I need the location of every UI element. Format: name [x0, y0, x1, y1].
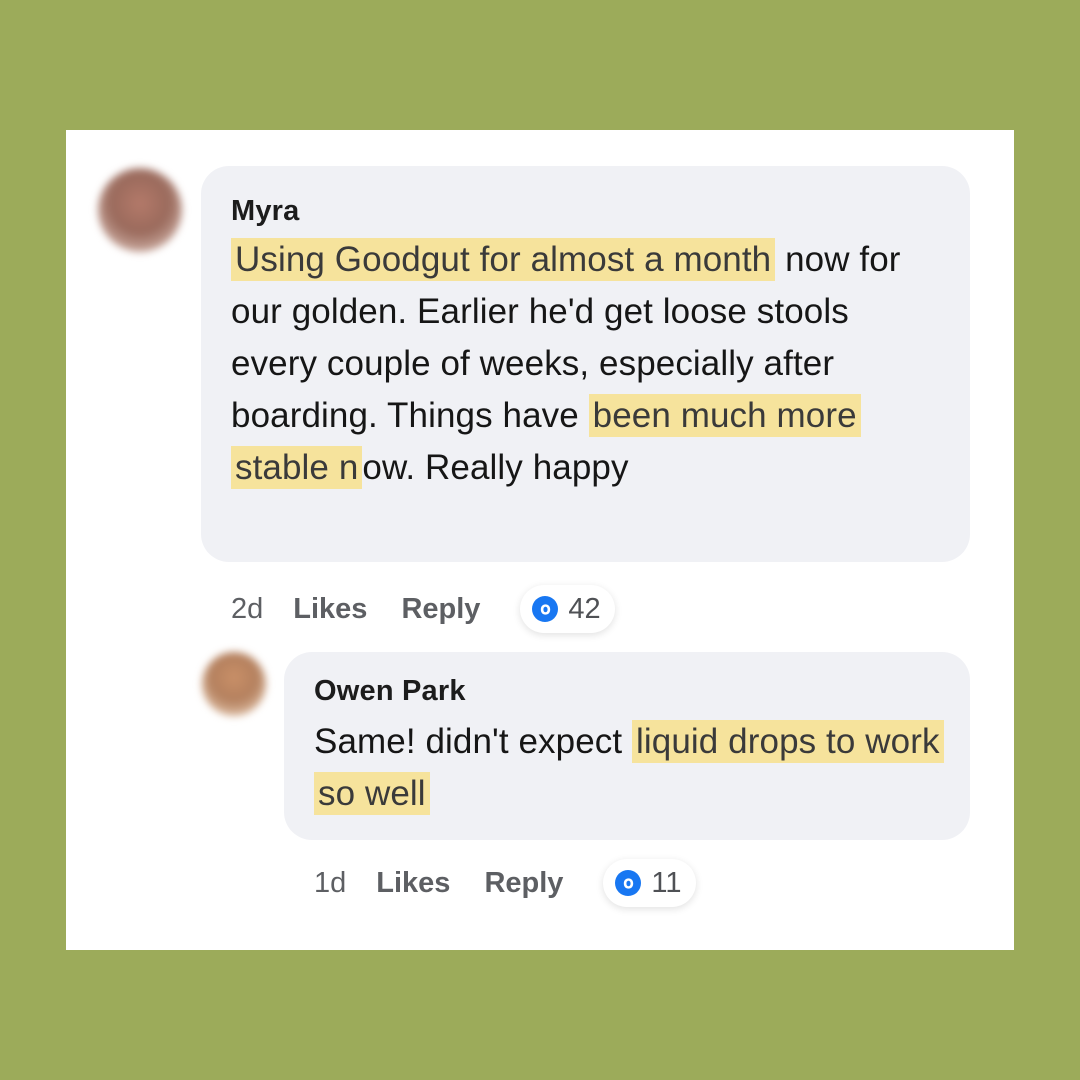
avatar[interactable]: [98, 168, 182, 252]
reaction-count-badge[interactable]: 11: [603, 859, 696, 907]
reaction-count: 11: [651, 866, 682, 899]
comment-text: Same! didn't expect liquid drops to work…: [314, 716, 944, 820]
reply-link[interactable]: Reply: [401, 593, 480, 626]
avatar[interactable]: [202, 652, 266, 716]
comment-timestamp[interactable]: 1d: [314, 867, 346, 900]
like-icon: [615, 870, 642, 896]
highlighted-text: Using Goodgut for almost a month: [231, 238, 776, 281]
likes-link[interactable]: Likes: [376, 867, 450, 900]
comment-timestamp[interactable]: 2d: [231, 593, 263, 626]
comment-text-segment: ow. Really happy: [362, 448, 629, 487]
comment-text: Using Goodgut for almost a month now for…: [231, 234, 940, 494]
comment-text-segment: Same! didn't expect: [314, 722, 633, 761]
reply-link[interactable]: Reply: [484, 867, 563, 900]
reaction-count-badge[interactable]: 42: [520, 585, 615, 633]
comment-meta: 1d Likes Reply 11: [314, 858, 696, 908]
comment-meta: 2d Likes Reply 42: [231, 584, 615, 634]
reaction-count: 42: [568, 592, 601, 625]
reply-bubble: Owen Park Same! didn't expect liquid dro…: [284, 652, 970, 840]
comments-card: Myra Using Goodgut for almost a month no…: [66, 130, 1014, 950]
comment-author[interactable]: Myra: [231, 194, 940, 228]
comment-author[interactable]: Owen Park: [314, 674, 940, 708]
like-icon: [532, 596, 559, 622]
likes-link[interactable]: Likes: [293, 593, 367, 626]
comment-bubble: Myra Using Goodgut for almost a month no…: [201, 166, 970, 562]
